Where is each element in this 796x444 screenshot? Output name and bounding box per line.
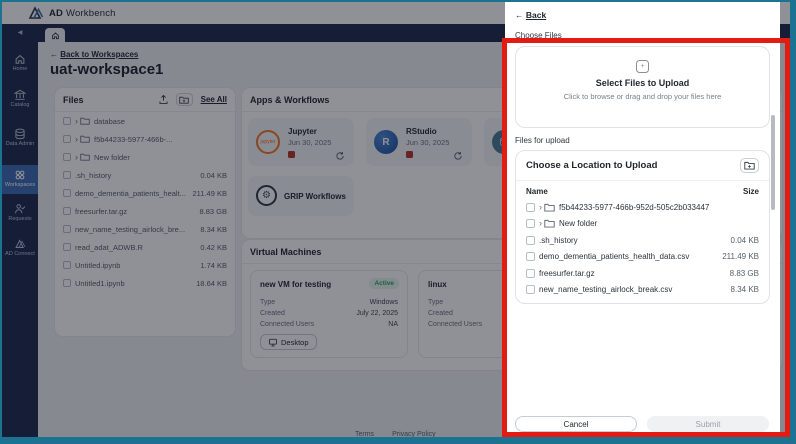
location-row[interactable]: demo_dementia_patients_health_data.csv 2… (516, 249, 769, 266)
folder-icon (544, 203, 555, 212)
column-name: Name (526, 187, 548, 196)
location-list-columns: Name Size (516, 181, 769, 199)
cancel-button-label: Cancel (564, 420, 589, 429)
file-upload-icon: + (636, 60, 649, 73)
file-name: f5b44233-5977-466b-952d-505c2b033447 (559, 203, 759, 212)
location-row[interactable]: › f5b44233-5977-466b-952d-505c2b033447 (516, 199, 769, 216)
chevron-right-icon[interactable]: › (539, 203, 542, 212)
file-size: 8.34 KB (731, 285, 759, 294)
file-size: 211.49 KB (722, 252, 759, 261)
row-checkbox[interactable] (526, 269, 535, 278)
file-name: New folder (559, 219, 759, 228)
file-size: 0.04 KB (731, 236, 759, 245)
column-size: Size (743, 187, 759, 196)
file-name: .sh_history (539, 236, 731, 245)
drawer-back-link[interactable]: ← Back (515, 10, 546, 20)
row-checkbox[interactable] (526, 285, 535, 294)
file-dropzone[interactable]: + Select Files to Upload Click to browse… (515, 46, 770, 128)
files-for-upload-label: Files for upload (515, 136, 570, 145)
row-checkbox[interactable] (526, 236, 535, 245)
submit-button[interactable]: Submit (647, 416, 769, 432)
cancel-button[interactable]: Cancel (515, 416, 637, 432)
drawer-scrollbar[interactable] (771, 115, 775, 210)
location-row[interactable]: › New folder (516, 216, 769, 233)
file-name: freesurfer.tar.gz (539, 269, 730, 278)
dropzone-subtitle: Click to browse or drag and drop your fi… (516, 92, 769, 101)
location-list: › f5b44233-5977-466b-952d-505c2b033447 ›… (516, 199, 769, 298)
row-checkbox[interactable] (526, 252, 535, 261)
row-checkbox[interactable] (526, 219, 535, 228)
location-chooser-card: Choose a Location to Upload Name Size › (515, 150, 770, 304)
dropzone-title: Select Files to Upload (516, 78, 769, 88)
location-row[interactable]: .sh_history 0.04 KB (516, 232, 769, 249)
row-checkbox[interactable] (526, 203, 535, 212)
new-folder-button[interactable] (740, 158, 759, 173)
location-row[interactable]: freesurfer.tar.gz 8.83 GB (516, 265, 769, 282)
folder-icon (544, 219, 555, 228)
location-row[interactable]: new_name_testing_airlock_break.csv 8.34 … (516, 282, 769, 299)
file-name: new_name_testing_airlock_break.csv (539, 285, 731, 294)
drawer-back-label: Back (526, 10, 546, 20)
submit-button-label: Submit (696, 420, 721, 429)
file-size: 8.83 GB (730, 269, 759, 278)
chevron-right-icon[interactable]: › (539, 219, 542, 228)
file-name: demo_dementia_patients_health_data.csv (539, 252, 722, 261)
choose-files-label: Choose Files (515, 31, 562, 40)
location-card-title: Choose a Location to Upload (526, 160, 657, 171)
location-card-header: Choose a Location to Upload (516, 151, 769, 181)
upload-drawer: ← Back Choose Files + Select Files to Up… (505, 2, 780, 437)
folder-plus-icon (744, 161, 755, 170)
screenshot-frame: AD Workbench ◀ Home (0, 0, 796, 444)
arrow-left-icon: ← (515, 10, 524, 20)
